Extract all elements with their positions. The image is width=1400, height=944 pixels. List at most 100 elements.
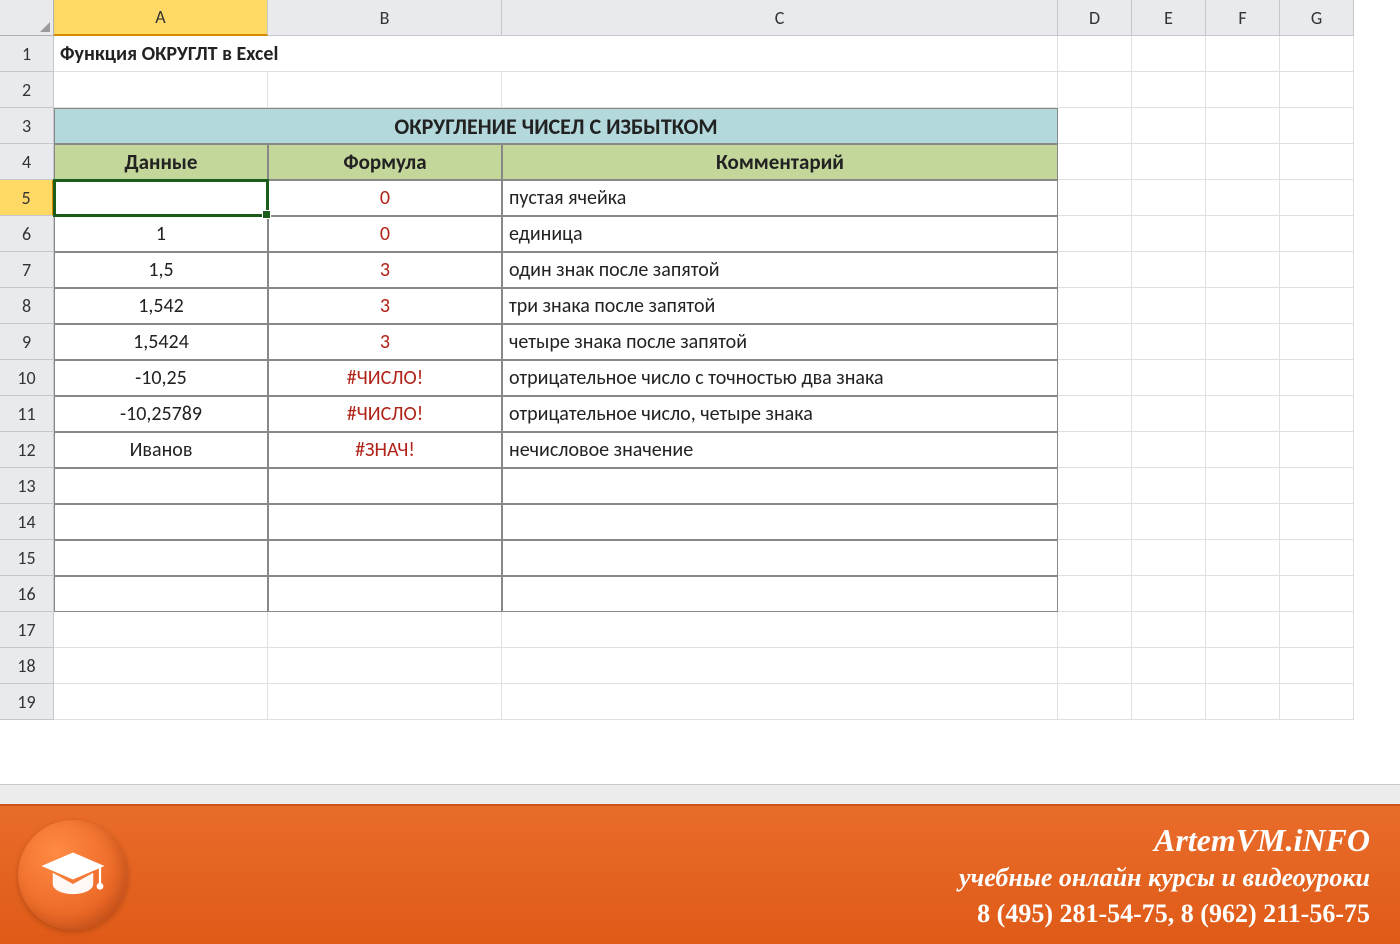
cell[interactable]: [1132, 360, 1206, 396]
cell[interactable]: [1058, 216, 1132, 252]
table-header-formula[interactable]: Формула: [268, 144, 502, 180]
data-cell[interactable]: -10,25789: [54, 396, 268, 432]
formula-cell[interactable]: 0: [268, 216, 502, 252]
cell[interactable]: [1206, 252, 1280, 288]
cell[interactable]: [1280, 648, 1354, 684]
cell[interactable]: [268, 684, 502, 720]
comment-cell[interactable]: [502, 468, 1058, 504]
data-cell[interactable]: [54, 540, 268, 576]
cell[interactable]: [1206, 360, 1280, 396]
row-header-6[interactable]: 6: [0, 216, 54, 252]
cell[interactable]: [1206, 684, 1280, 720]
cell[interactable]: [1280, 252, 1354, 288]
cell[interactable]: [54, 648, 268, 684]
cell[interactable]: [1280, 360, 1354, 396]
comment-cell[interactable]: четыре знака после запятой: [502, 324, 1058, 360]
cell[interactable]: [1132, 252, 1206, 288]
cell[interactable]: [1206, 108, 1280, 144]
comment-cell[interactable]: [502, 540, 1058, 576]
row-header-14[interactable]: 14: [0, 504, 54, 540]
cell[interactable]: [1132, 396, 1206, 432]
formula-cell[interactable]: 0: [268, 180, 502, 216]
cell[interactable]: [1132, 504, 1206, 540]
row-header-1[interactable]: 1: [0, 36, 54, 72]
cell[interactable]: [1280, 576, 1354, 612]
cell[interactable]: [1206, 432, 1280, 468]
comment-cell[interactable]: [502, 504, 1058, 540]
cell[interactable]: [1206, 144, 1280, 180]
cell[interactable]: [1280, 144, 1354, 180]
table-header-data[interactable]: Данные: [54, 144, 268, 180]
comment-cell[interactable]: отрицательное число, четыре знака: [502, 396, 1058, 432]
cell[interactable]: [1206, 504, 1280, 540]
data-cell[interactable]: Иванов: [54, 432, 268, 468]
cell[interactable]: [1280, 180, 1354, 216]
spreadsheet-grid[interactable]: A B C D E F G 1 Функция ОКРУГЛТ в Excel …: [0, 0, 1400, 720]
col-header-C[interactable]: C: [502, 0, 1058, 36]
sheet-title[interactable]: Функция ОКРУГЛТ в Excel: [54, 36, 1058, 72]
comment-cell[interactable]: нечисловое значение: [502, 432, 1058, 468]
col-header-G[interactable]: G: [1280, 0, 1354, 36]
cell[interactable]: [1058, 684, 1132, 720]
data-cell[interactable]: 1,5424: [54, 324, 268, 360]
formula-cell[interactable]: [268, 504, 502, 540]
cell[interactable]: [1058, 144, 1132, 180]
cell[interactable]: [1132, 648, 1206, 684]
row-header-3[interactable]: 3: [0, 108, 54, 144]
row-header-8[interactable]: 8: [0, 288, 54, 324]
cell[interactable]: [1058, 324, 1132, 360]
select-all-corner[interactable]: [0, 0, 54, 36]
cell[interactable]: [1132, 216, 1206, 252]
cell[interactable]: [1058, 36, 1132, 72]
cell[interactable]: [54, 72, 268, 108]
comment-cell[interactable]: отрицательное число с точностью два знак…: [502, 360, 1058, 396]
cell[interactable]: [502, 72, 1058, 108]
data-cell[interactable]: 1,5: [54, 252, 268, 288]
cell[interactable]: [1280, 540, 1354, 576]
row-header-5[interactable]: 5: [0, 180, 54, 216]
data-cell[interactable]: [54, 576, 268, 612]
row-header-13[interactable]: 13: [0, 468, 54, 504]
data-cell[interactable]: [54, 504, 268, 540]
cell[interactable]: [1132, 180, 1206, 216]
formula-cell[interactable]: #ЗНАЧ!: [268, 432, 502, 468]
cell[interactable]: [1132, 144, 1206, 180]
active-cell[interactable]: [54, 180, 268, 216]
row-header-2[interactable]: 2: [0, 72, 54, 108]
row-header-10[interactable]: 10: [0, 360, 54, 396]
row-header-16[interactable]: 16: [0, 576, 54, 612]
cell[interactable]: [1280, 684, 1354, 720]
formula-cell[interactable]: #ЧИСЛО!: [268, 360, 502, 396]
comment-cell[interactable]: три знака после запятой: [502, 288, 1058, 324]
row-header-11[interactable]: 11: [0, 396, 54, 432]
cell[interactable]: [1058, 108, 1132, 144]
formula-cell[interactable]: [268, 468, 502, 504]
cell[interactable]: [1058, 72, 1132, 108]
cell[interactable]: [1206, 216, 1280, 252]
cell[interactable]: [268, 648, 502, 684]
cell[interactable]: [1132, 540, 1206, 576]
cell[interactable]: [1058, 360, 1132, 396]
cell[interactable]: [1058, 612, 1132, 648]
cell[interactable]: [1280, 216, 1354, 252]
cell[interactable]: [1058, 180, 1132, 216]
table-header-comment[interactable]: Комментарий: [502, 144, 1058, 180]
row-header-15[interactable]: 15: [0, 540, 54, 576]
row-header-12[interactable]: 12: [0, 432, 54, 468]
comment-cell[interactable]: [502, 576, 1058, 612]
col-header-E[interactable]: E: [1132, 0, 1206, 36]
formula-cell[interactable]: 3: [268, 324, 502, 360]
cell[interactable]: [1058, 540, 1132, 576]
col-header-D[interactable]: D: [1058, 0, 1132, 36]
cell[interactable]: [1132, 576, 1206, 612]
cell[interactable]: [54, 612, 268, 648]
section-header[interactable]: ОКРУГЛЕНИЕ ЧИСЕЛ С ИЗБЫТКОМ: [54, 108, 1058, 144]
row-header-9[interactable]: 9: [0, 324, 54, 360]
cell[interactable]: [1132, 612, 1206, 648]
cell[interactable]: [1280, 504, 1354, 540]
cell[interactable]: [502, 648, 1058, 684]
cell[interactable]: [1206, 180, 1280, 216]
cell[interactable]: [1206, 468, 1280, 504]
cell[interactable]: [1206, 72, 1280, 108]
cell[interactable]: [1058, 468, 1132, 504]
